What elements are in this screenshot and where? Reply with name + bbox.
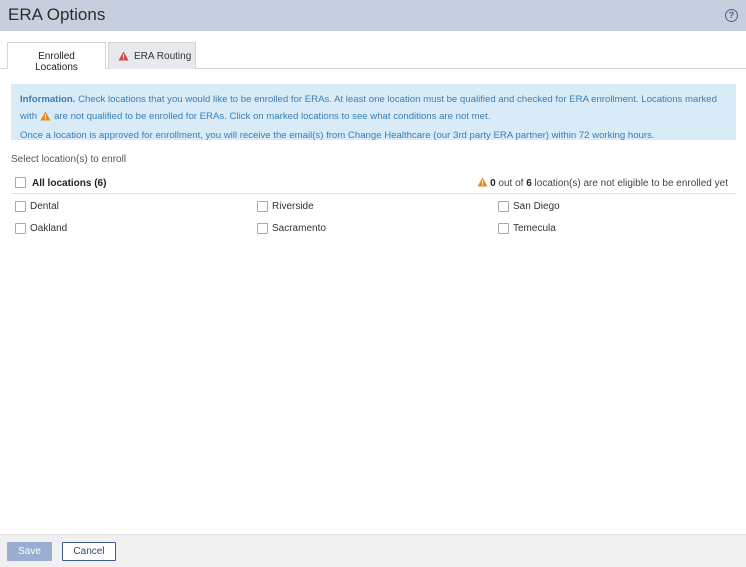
location-checkbox[interactable] <box>498 201 509 212</box>
location-checkbox[interactable] <box>15 223 26 234</box>
information-banner: Information. Check locations that you wo… <box>11 84 736 141</box>
location-label: Sacramento <box>272 223 326 234</box>
location-label: Dental <box>30 201 59 212</box>
info-line-3: Once a location is approved for enrollme… <box>20 130 655 141</box>
window-title: ERA Options <box>8 5 106 24</box>
eligibility-summary: 0 out of 6 location(s) are not eligible … <box>477 177 728 190</box>
location-checkbox[interactable] <box>498 223 509 234</box>
all-locations-label[interactable]: All locations (6) <box>32 178 106 189</box>
location-label: Temecula <box>513 223 556 234</box>
info-text-1: Check locations that you would like to b… <box>75 94 717 105</box>
location-label: Oakland <box>30 223 68 234</box>
footer-bar: Save Cancel <box>0 534 746 567</box>
cancel-button[interactable]: Cancel <box>62 542 116 561</box>
eligibility-text-mid: out of <box>495 178 527 189</box>
tab-enrolled-locations[interactable]: Enrolled Locations <box>7 42 106 73</box>
tab-label: ERA Routing <box>134 51 192 62</box>
save-button[interactable]: Save <box>7 542 52 561</box>
location-checkbox[interactable] <box>15 201 26 212</box>
info-text-2-after: are not qualified to be enrolled for ERA… <box>54 111 491 122</box>
warning-triangle-icon <box>40 110 51 127</box>
location-label: San Diego <box>513 201 560 212</box>
info-heading: Information. <box>20 94 76 105</box>
select-locations-label: Select location(s) to enroll <box>11 154 127 165</box>
location-checkbox[interactable] <box>257 223 268 234</box>
tab-label: Enrolled Locations <box>35 51 78 73</box>
eligibility-text-end: location(s) are not eligible to be enrol… <box>531 178 728 189</box>
tab-era-routing[interactable]: ERA Routing <box>108 42 196 69</box>
title-bar: ERA Options ? <box>0 0 746 31</box>
all-locations-checkbox[interactable] <box>15 177 26 188</box>
location-label: Riverside <box>272 201 314 212</box>
tab-bar: Enrolled Locations ERA Routing <box>0 42 746 73</box>
warning-triangle-icon <box>118 51 129 64</box>
warning-triangle-icon <box>477 177 488 190</box>
info-line-2: with are not qualified to be enrolled for… <box>20 108 727 127</box>
location-checkbox[interactable] <box>257 201 268 212</box>
info-line-1: Information. Check locations that you wo… <box>20 91 727 108</box>
help-icon[interactable]: ? <box>725 9 738 22</box>
info-text-2-before: with <box>20 111 38 122</box>
all-locations-row: All locations (6) 0 out of 6 location(s)… <box>11 172 736 194</box>
